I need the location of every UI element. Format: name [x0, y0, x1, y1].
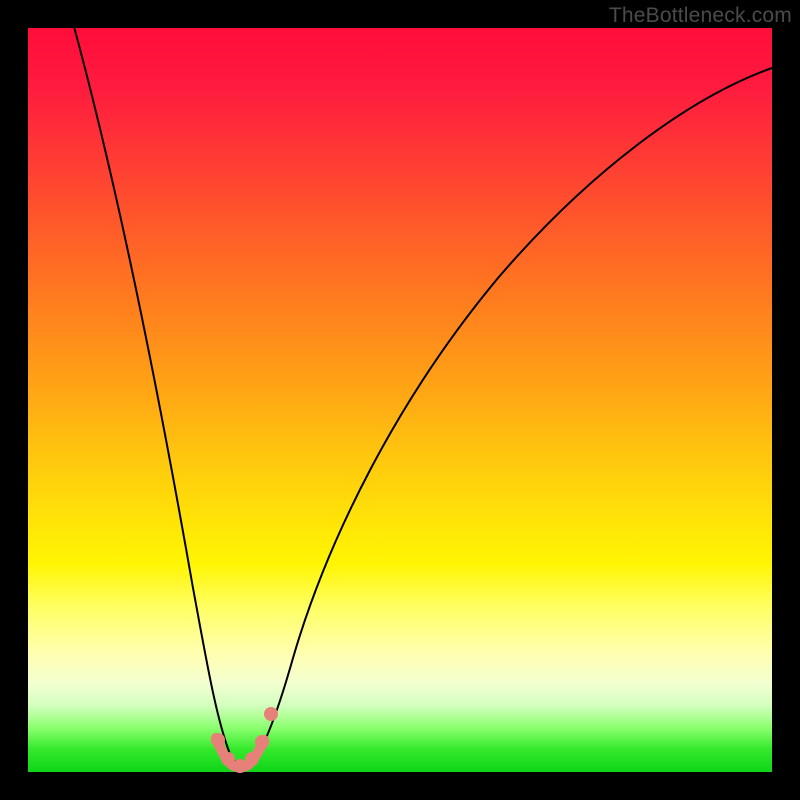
marker-dot [255, 735, 269, 749]
curve-layer [28, 28, 772, 772]
marker-dot [245, 752, 259, 766]
bottleneck-curve [73, 23, 772, 766]
marker-dot [264, 707, 278, 721]
marker-dot [211, 733, 225, 747]
watermark-text: TheBottleneck.com [609, 4, 792, 28]
chart-frame: TheBottleneck.com [0, 0, 800, 800]
marker-dot [233, 759, 247, 773]
plot-area [28, 28, 772, 772]
marker-dot [221, 752, 235, 766]
